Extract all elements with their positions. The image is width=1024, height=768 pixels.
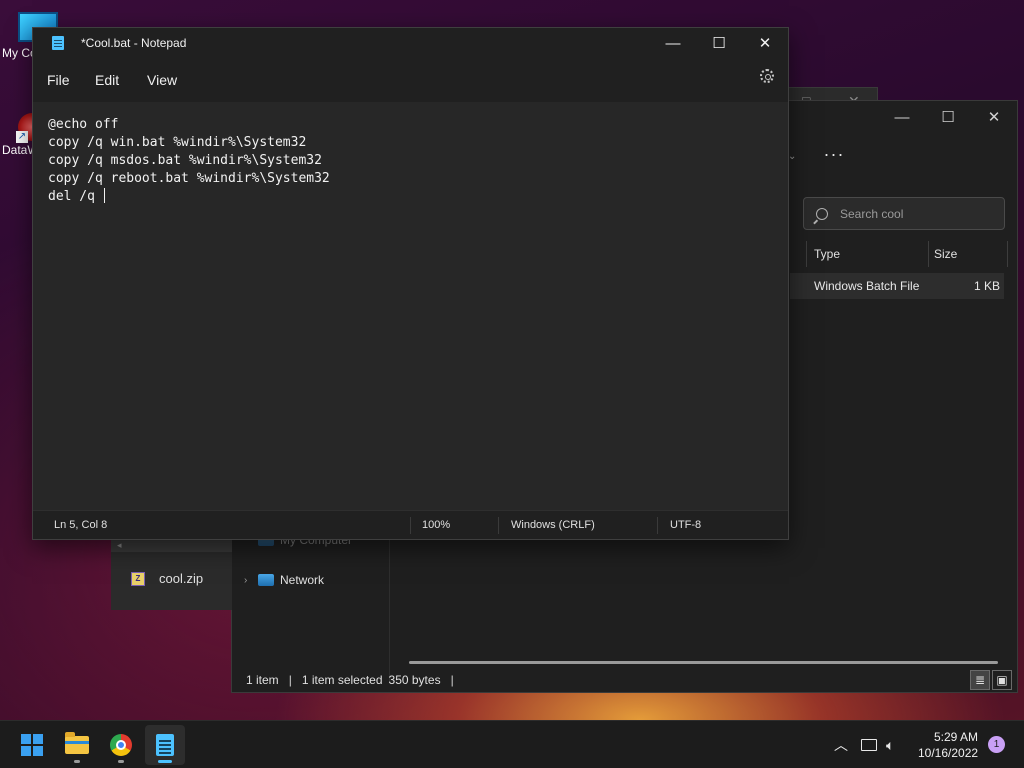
status-divider (410, 517, 411, 534)
window-controls: — ☐ ✕ (650, 28, 788, 58)
line-ending: Windows (CRLF) (511, 519, 595, 531)
clock-time: 5:29 AM (933, 730, 978, 744)
editor-line: copy /q reboot.bat %windir%\System32 (48, 171, 330, 186)
encoding: UTF-8 (670, 519, 702, 531)
explorer-status-bar: 1 item | 1 item selected 350 bytes | (232, 668, 1017, 692)
details-view-button[interactable]: ≣ (970, 670, 990, 690)
status-divider: | (288, 673, 292, 687)
item-count: 1 item (246, 673, 279, 687)
status-divider: | (450, 673, 454, 687)
network-icon (258, 574, 274, 586)
selection-count: 1 item selected (301, 673, 383, 687)
nav-label: Network (280, 573, 325, 587)
running-indicator (118, 760, 124, 763)
file-size: 1 KB (973, 279, 1000, 293)
speaker-icon: 🔈︎ (886, 736, 895, 753)
clock-date: 10/16/2022 (918, 746, 979, 760)
taskbar-file-explorer[interactable] (57, 725, 97, 765)
minimize-button[interactable]: — (879, 101, 925, 133)
notepad-window: *Cool.bat - Notepad — ☐ ✕ File Edit View… (32, 27, 789, 540)
zip-file-icon: Z (131, 571, 145, 586)
minimize-button[interactable]: — (650, 28, 696, 58)
column-divider[interactable] (806, 241, 807, 267)
zip-file-name: cool.zip (159, 571, 204, 586)
menu-edit[interactable]: Edit (95, 72, 119, 88)
column-header-size[interactable]: Size (934, 241, 957, 267)
taskbar: ︿ 🔈︎ 5:29 AM 10/16/2022 1 (0, 720, 1024, 768)
chevron-right-icon[interactable]: › (244, 575, 258, 586)
navigation-pane: My Computer › Network (232, 521, 390, 683)
cursor-position: Ln 5, Col 8 (54, 519, 108, 531)
search-placeholder: Search cool (840, 206, 904, 221)
editor-line-text: del /q (48, 189, 103, 204)
text-editor[interactable]: @echo off copy /q win.bat %windir%\System… (33, 102, 788, 512)
close-button[interactable]: ✕ (971, 101, 1017, 133)
notepad-icon (52, 36, 64, 50)
more-options-button[interactable]: ··· (822, 145, 846, 169)
running-indicator (74, 760, 80, 763)
network-icon (861, 739, 877, 751)
menu-view[interactable]: View (147, 72, 177, 88)
active-indicator (158, 760, 172, 763)
volume-tray-icon[interactable]: 🔈︎ (886, 721, 894, 768)
shortcut-arrow-icon: ↗ (16, 131, 28, 143)
horizontal-scrollbar[interactable] (409, 661, 998, 664)
taskbar-chrome[interactable] (101, 725, 141, 765)
window-controls: — ☐ ✕ (879, 101, 1017, 133)
editor-line: copy /q win.bat %windir%\System32 (48, 135, 307, 150)
notepad-status-bar: Ln 5, Col 8 100% Windows (CRLF) UTF-8 (33, 510, 788, 539)
notepad-icon (156, 734, 174, 756)
menu-bar: File Edit View (33, 58, 788, 102)
chevron-up-icon: ︿ (834, 737, 848, 753)
close-button[interactable]: ✕ (742, 28, 788, 58)
clock[interactable]: 5:29 AM 10/16/2022 (918, 729, 978, 761)
show-hidden-icons-button[interactable]: ︿ (834, 721, 848, 768)
network-tray-icon[interactable] (861, 721, 877, 768)
file-type: Windows Batch File (814, 279, 920, 293)
maximize-button[interactable]: ☐ (925, 101, 971, 133)
text-caret (103, 188, 105, 203)
editor-line-active: del /q (48, 188, 788, 206)
file-row-selected[interactable]: Windows Batch File 1 KB (790, 273, 1004, 299)
windows-logo-icon (21, 734, 43, 756)
status-divider (498, 517, 499, 534)
zip-window-fragment: ◂ Z cool.zip (111, 540, 232, 610)
search-icon (816, 207, 828, 220)
settings-gear-icon[interactable] (760, 69, 774, 83)
column-divider[interactable] (1007, 241, 1008, 267)
horizontal-scrollbar[interactable]: ◂ (111, 540, 232, 552)
maximize-button[interactable]: ☐ (696, 28, 742, 58)
chevron-down-icon[interactable]: ⌄ (788, 151, 796, 162)
editor-line: @echo off (48, 117, 119, 132)
large-icons-view-button[interactable]: ▣ (992, 670, 1012, 690)
menu-file[interactable]: File (47, 72, 70, 88)
column-divider[interactable] (928, 241, 929, 267)
taskbar-notepad[interactable] (145, 725, 185, 765)
column-header-type[interactable]: Type (814, 241, 840, 267)
scroll-left-icon[interactable]: ◂ (117, 540, 122, 551)
search-input[interactable]: Search cool (803, 197, 1005, 230)
nav-item-network[interactable]: › Network (244, 573, 324, 587)
selection-size: 350 bytes (388, 673, 441, 687)
editor-line: copy /q msdos.bat %windir%\System32 (48, 153, 322, 168)
window-title: *Cool.bat - Notepad (81, 36, 187, 50)
start-button[interactable] (12, 725, 52, 765)
status-divider (657, 517, 658, 534)
folder-icon (65, 732, 89, 754)
zip-file-item[interactable]: Z cool.zip (131, 571, 203, 586)
chrome-icon (110, 734, 132, 756)
notepad-titlebar[interactable]: *Cool.bat - Notepad — ☐ ✕ (33, 28, 788, 58)
zoom-level: 100% (422, 519, 451, 531)
notification-badge[interactable]: 1 (988, 736, 1005, 753)
